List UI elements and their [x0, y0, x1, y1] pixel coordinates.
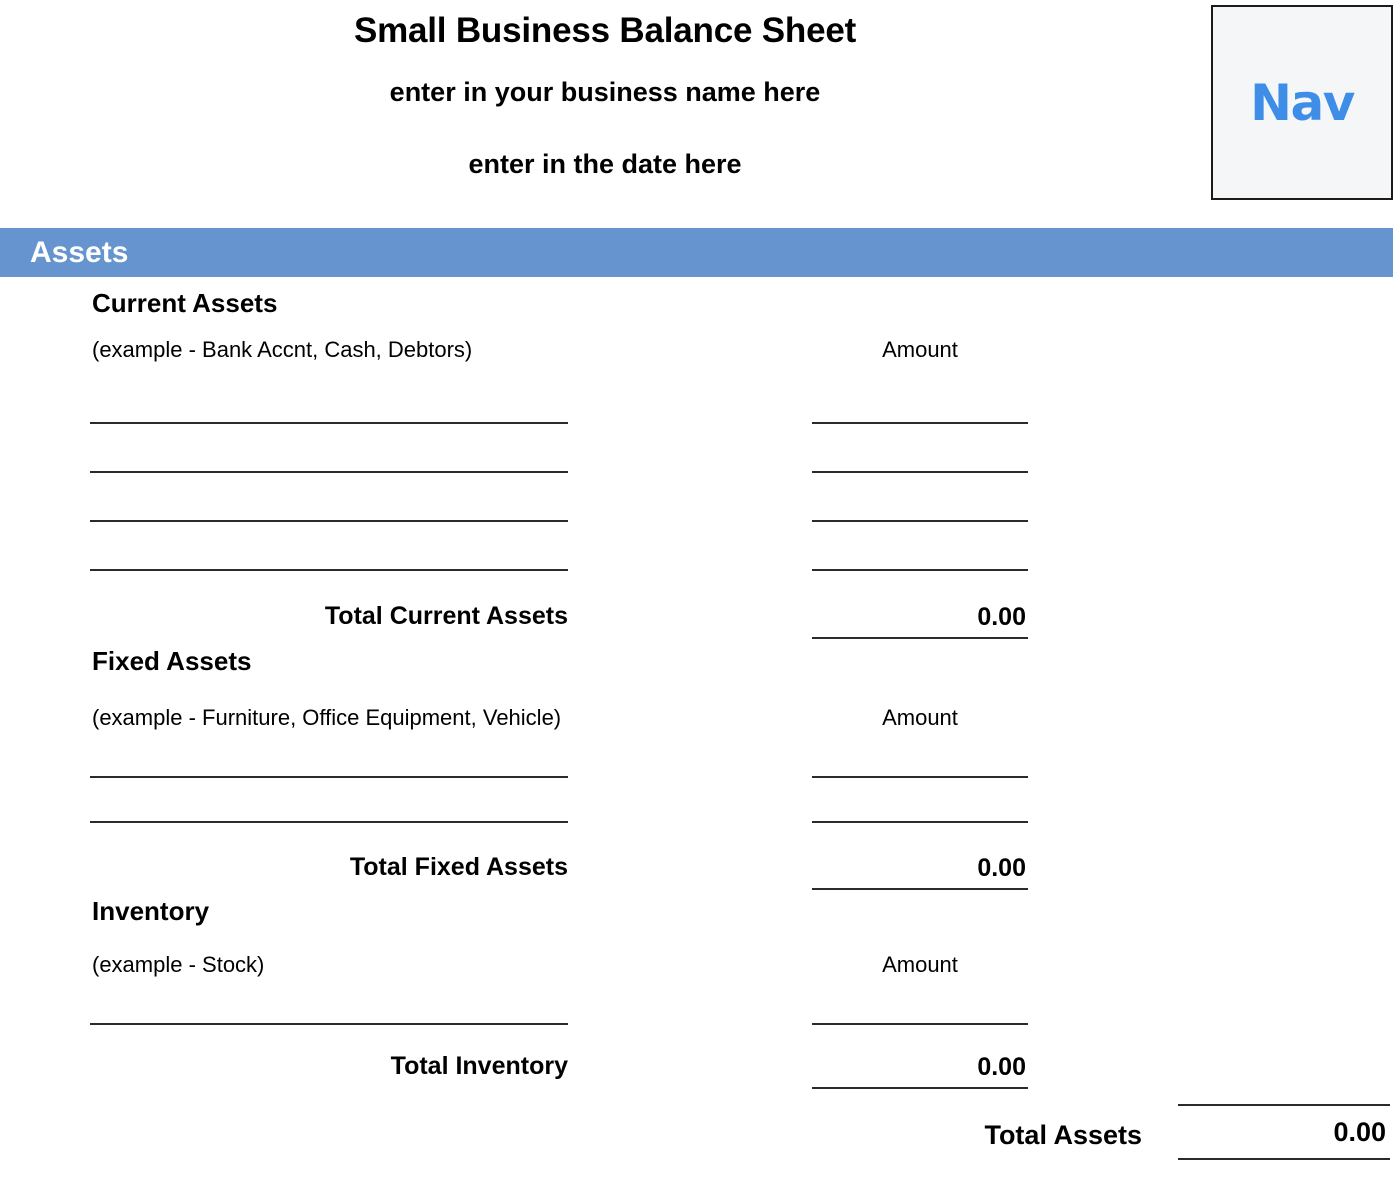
entry-amount-input[interactable] — [812, 569, 1028, 571]
entry-description-input[interactable] — [90, 569, 568, 571]
nav-logo-icon: Nav — [1250, 73, 1355, 132]
section-example-inventory: (example - Stock) — [92, 952, 265, 977]
entry-description-input[interactable] — [90, 821, 568, 823]
entry-amount-input[interactable] — [812, 821, 1028, 823]
amount-column-header-current-assets: Amount — [882, 337, 958, 362]
total-value-fixed-assets: 0.00 — [977, 854, 1026, 882]
entry-amount-input[interactable] — [812, 520, 1028, 522]
entry-amount-input[interactable] — [812, 422, 1028, 424]
section-heading-inventory: Inventory — [92, 896, 210, 926]
total-assets-value: 0.00 — [1333, 1116, 1386, 1147]
section-heading-current-assets: Current Assets — [92, 288, 278, 318]
date-field[interactable]: enter in the date here — [468, 128, 741, 200]
page-title: Small Business Balance Sheet — [353, 10, 857, 50]
entry-description-input[interactable] — [90, 1023, 568, 1025]
document-header: Small Business Balance Sheet enter in yo… — [0, 0, 1400, 212]
entry-description-input[interactable] — [90, 422, 568, 424]
assets-section-banner: Assets — [0, 228, 1393, 277]
total-label-current-assets: Total Current Assets — [324, 602, 568, 630]
entry-amount-input[interactable] — [812, 1023, 1028, 1025]
title-block: Small Business Balance Sheet enter in yo… — [0, 0, 1210, 212]
section-example-current-assets: (example - Bank Accnt, Cash, Debtors) — [92, 337, 473, 362]
entry-description-input[interactable] — [90, 520, 568, 522]
total-label-fixed-assets: Total Fixed Assets — [349, 853, 568, 881]
total-underline-current-assets — [812, 637, 1028, 639]
total-underline-fixed-assets — [812, 888, 1028, 890]
total-underline-inventory — [812, 1087, 1028, 1089]
entry-description-input[interactable] — [90, 471, 568, 473]
amount-column-header-inventory: Amount — [882, 952, 958, 977]
balance-sheet-body: Current Assets (example - Bank Accnt, Cas… — [0, 277, 1400, 1201]
entry-amount-input[interactable] — [812, 471, 1028, 473]
business-name-field[interactable]: enter in your business name here — [390, 56, 821, 128]
entry-description-input[interactable] — [90, 776, 568, 778]
total-assets-label: Total Assets — [984, 1120, 1142, 1150]
total-assets-amount-box: 0.00 — [1178, 1104, 1390, 1160]
total-value-inventory: 0.00 — [977, 1053, 1026, 1081]
nav-logo-box: Nav — [1211, 5, 1393, 200]
section-example-fixed-assets: (example - Furniture, Office Equipment, … — [92, 705, 562, 730]
assets-banner-label: Assets — [30, 235, 129, 269]
section-heading-fixed-assets: Fixed Assets — [92, 646, 252, 676]
total-label-inventory: Total Inventory — [390, 1052, 568, 1080]
total-value-current-assets: 0.00 — [977, 603, 1026, 631]
amount-column-header-fixed-assets: Amount — [882, 705, 958, 730]
entry-amount-input[interactable] — [812, 776, 1028, 778]
